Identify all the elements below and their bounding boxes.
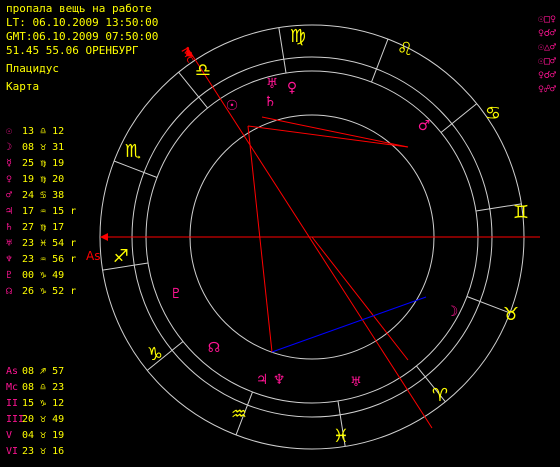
- mars-marker-icon: ♂: [418, 118, 431, 134]
- aquarius-icon: ♒: [231, 404, 247, 425]
- moon-marker-icon: ☽: [446, 304, 459, 320]
- sign-boundary-tick: [440, 103, 478, 133]
- house-cusp-line: [311, 236, 409, 361]
- saturn-marker-icon: ♄: [264, 94, 277, 110]
- aspect-line: [247, 125, 409, 148]
- sign-boundary-tick: [371, 38, 389, 83]
- uranus-marker-icon: ♅: [266, 76, 279, 92]
- pisces-icon: ♓: [333, 426, 349, 447]
- venus-marker-icon: ♀: [287, 80, 297, 96]
- sign-boundary-tick: [113, 160, 158, 178]
- asc-arrow-icon: [100, 233, 108, 241]
- pluto-marker-icon: ♇: [170, 286, 183, 302]
- leo-icon: ♌: [397, 39, 413, 60]
- natal-chart-wheel: As Mc ♍ ♌ ♋ ♊ ♉ ♈ ♓ ♒ ♑ ♐ ♏ ♎ ♅ ♀ ☉ ♂ ♇ …: [86, 24, 540, 450]
- aspect-line-blue: [271, 296, 427, 353]
- aspect-line: [261, 116, 409, 148]
- aries-icon: ♈: [432, 385, 448, 406]
- jupiter-marker-icon: ♃: [256, 372, 269, 388]
- node-marker-icon: ☊: [208, 340, 220, 356]
- scorpio-icon: ♏: [125, 141, 141, 162]
- uranus-bottom-marker-icon: ♅: [350, 375, 362, 390]
- neptune-marker-icon: ♆: [273, 372, 286, 388]
- asc-label: As: [86, 249, 100, 263]
- capricorn-icon: ♑: [147, 344, 163, 365]
- virgo-icon: ♍: [290, 26, 306, 47]
- sagittarius-icon: ♐: [113, 246, 129, 267]
- libra-icon: ♎: [195, 60, 211, 81]
- cancer-icon: ♋: [485, 103, 501, 124]
- sun-marker-icon: ☉: [226, 98, 239, 114]
- taurus-icon: ♉: [503, 304, 519, 325]
- sign-boundary-tick: [278, 27, 287, 74]
- gemini-icon: ♊: [513, 202, 529, 223]
